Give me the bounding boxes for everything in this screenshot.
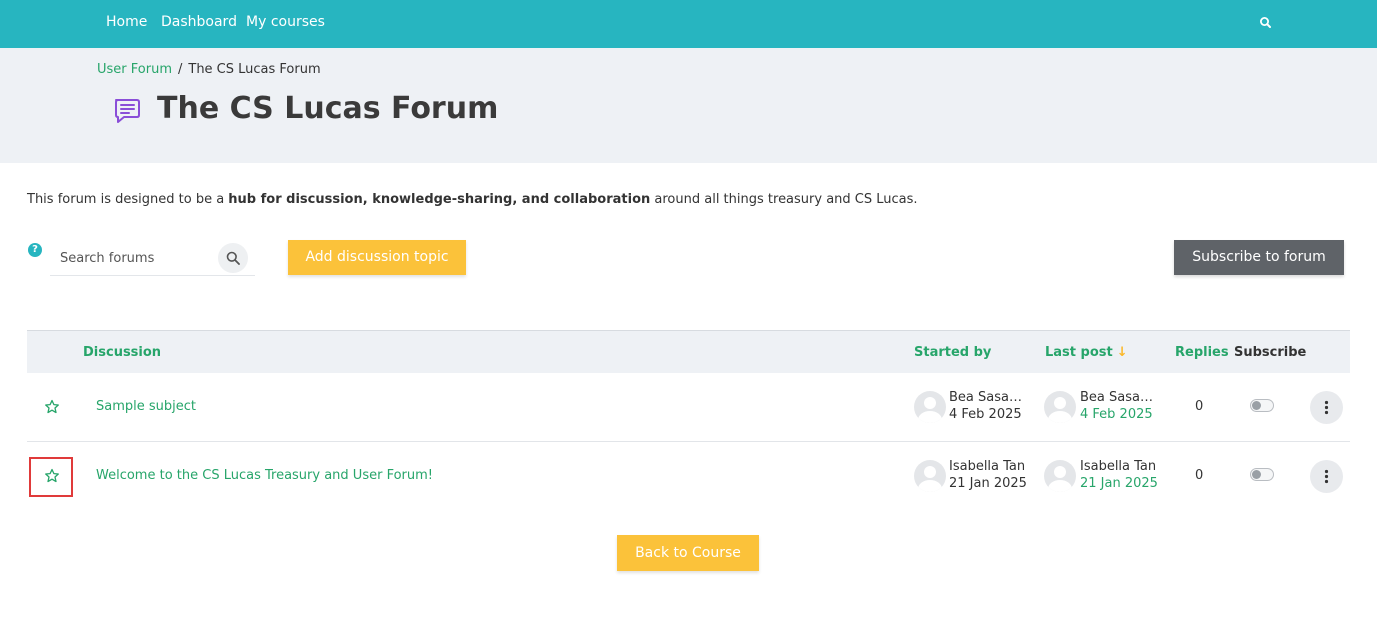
magnifier-icon <box>226 251 240 265</box>
breadcrumb-user-forum-link[interactable]: User Forum <box>97 62 172 77</box>
forum-search <box>50 240 255 276</box>
column-last-post[interactable]: Last post ↓ <box>1045 345 1128 360</box>
last-post-name[interactable]: Bea Sasam... <box>1080 390 1160 405</box>
help-icon[interactable]: ? <box>28 243 42 257</box>
column-discussion[interactable]: Discussion <box>83 345 161 360</box>
discussion-row: Sample subject Bea Sasam... 4 Feb 2025 B… <box>27 373 1350 442</box>
intro-text-end: around all things treasury and CS Lucas. <box>650 192 918 207</box>
sort-descending-icon: ↓ <box>1116 345 1128 360</box>
replies-count: 0 <box>1195 468 1204 483</box>
top-navbar: Home Dashboard My courses <box>0 0 1377 48</box>
forum-intro-text: This forum is designed to be a hub for d… <box>27 192 918 207</box>
last-post-name[interactable]: Isabella Tan <box>1080 459 1160 474</box>
page-header: User Forum / The CS Lucas Forum The CS Luc… <box>0 48 1377 163</box>
kebab-menu-icon <box>1324 469 1329 484</box>
last-post-date-link[interactable]: 4 Feb 2025 <box>1080 407 1153 422</box>
started-by-date: 4 Feb 2025 <box>949 407 1022 422</box>
add-discussion-topic-button[interactable]: Add discussion topic <box>288 240 466 275</box>
star-icon[interactable] <box>44 468 60 484</box>
column-replies[interactable]: Replies <box>1175 345 1229 360</box>
started-by-name[interactable]: Isabella Tan <box>949 459 1029 474</box>
started-by-name[interactable]: Bea Sasam... <box>949 390 1029 405</box>
avatar[interactable] <box>1044 391 1076 423</box>
discussion-row: Welcome to the CS Lucas Treasury and Use… <box>27 442 1350 511</box>
column-last-post-label: Last post <box>1045 345 1113 360</box>
started-by-date: 21 Jan 2025 <box>949 476 1027 491</box>
column-subscribe: Subscribe <box>1234 345 1307 360</box>
search-forums-input[interactable] <box>50 240 215 276</box>
forum-chat-icon <box>112 95 142 125</box>
breadcrumb-current: The CS Lucas Forum <box>188 62 321 77</box>
breadcrumb-separator: / <box>177 62 183 77</box>
star-icon[interactable] <box>44 399 60 415</box>
discussion-table-header: Discussion Started by Last post ↓ Replies… <box>27 330 1350 373</box>
page-title: The CS Lucas Forum <box>157 91 499 126</box>
search-icon[interactable] <box>1255 12 1277 34</box>
more-actions-button[interactable] <box>1310 460 1343 493</box>
subscribe-toggle[interactable] <box>1250 399 1274 412</box>
search-submit-button[interactable] <box>218 243 248 273</box>
discussion-subject-link[interactable]: Sample subject <box>96 399 196 414</box>
subscribe-to-forum-button[interactable]: Subscribe to forum <box>1174 240 1344 275</box>
replies-count: 0 <box>1195 399 1204 414</box>
intro-text-start: This forum is designed to be a <box>27 192 229 207</box>
column-started-by[interactable]: Started by <box>914 345 991 360</box>
nav-my-courses-link[interactable]: My courses <box>246 14 325 30</box>
subscribe-toggle[interactable] <box>1250 468 1274 481</box>
nav-dashboard-link[interactable]: Dashboard <box>161 14 237 30</box>
breadcrumb: User Forum / The CS Lucas Forum <box>97 62 321 77</box>
more-actions-button[interactable] <box>1310 391 1343 424</box>
nav-home-link[interactable]: Home <box>106 14 147 30</box>
intro-text-bold: hub for discussion, knowledge-sharing, a… <box>228 192 651 207</box>
kebab-menu-icon <box>1324 400 1329 415</box>
discussion-subject-link[interactable]: Welcome to the CS Lucas Treasury and Use… <box>96 468 433 483</box>
back-to-course-button[interactable]: Back to Course <box>617 535 759 571</box>
avatar[interactable] <box>914 460 946 492</box>
avatar[interactable] <box>914 391 946 423</box>
last-post-date-link[interactable]: 21 Jan 2025 <box>1080 476 1158 491</box>
avatar[interactable] <box>1044 460 1076 492</box>
